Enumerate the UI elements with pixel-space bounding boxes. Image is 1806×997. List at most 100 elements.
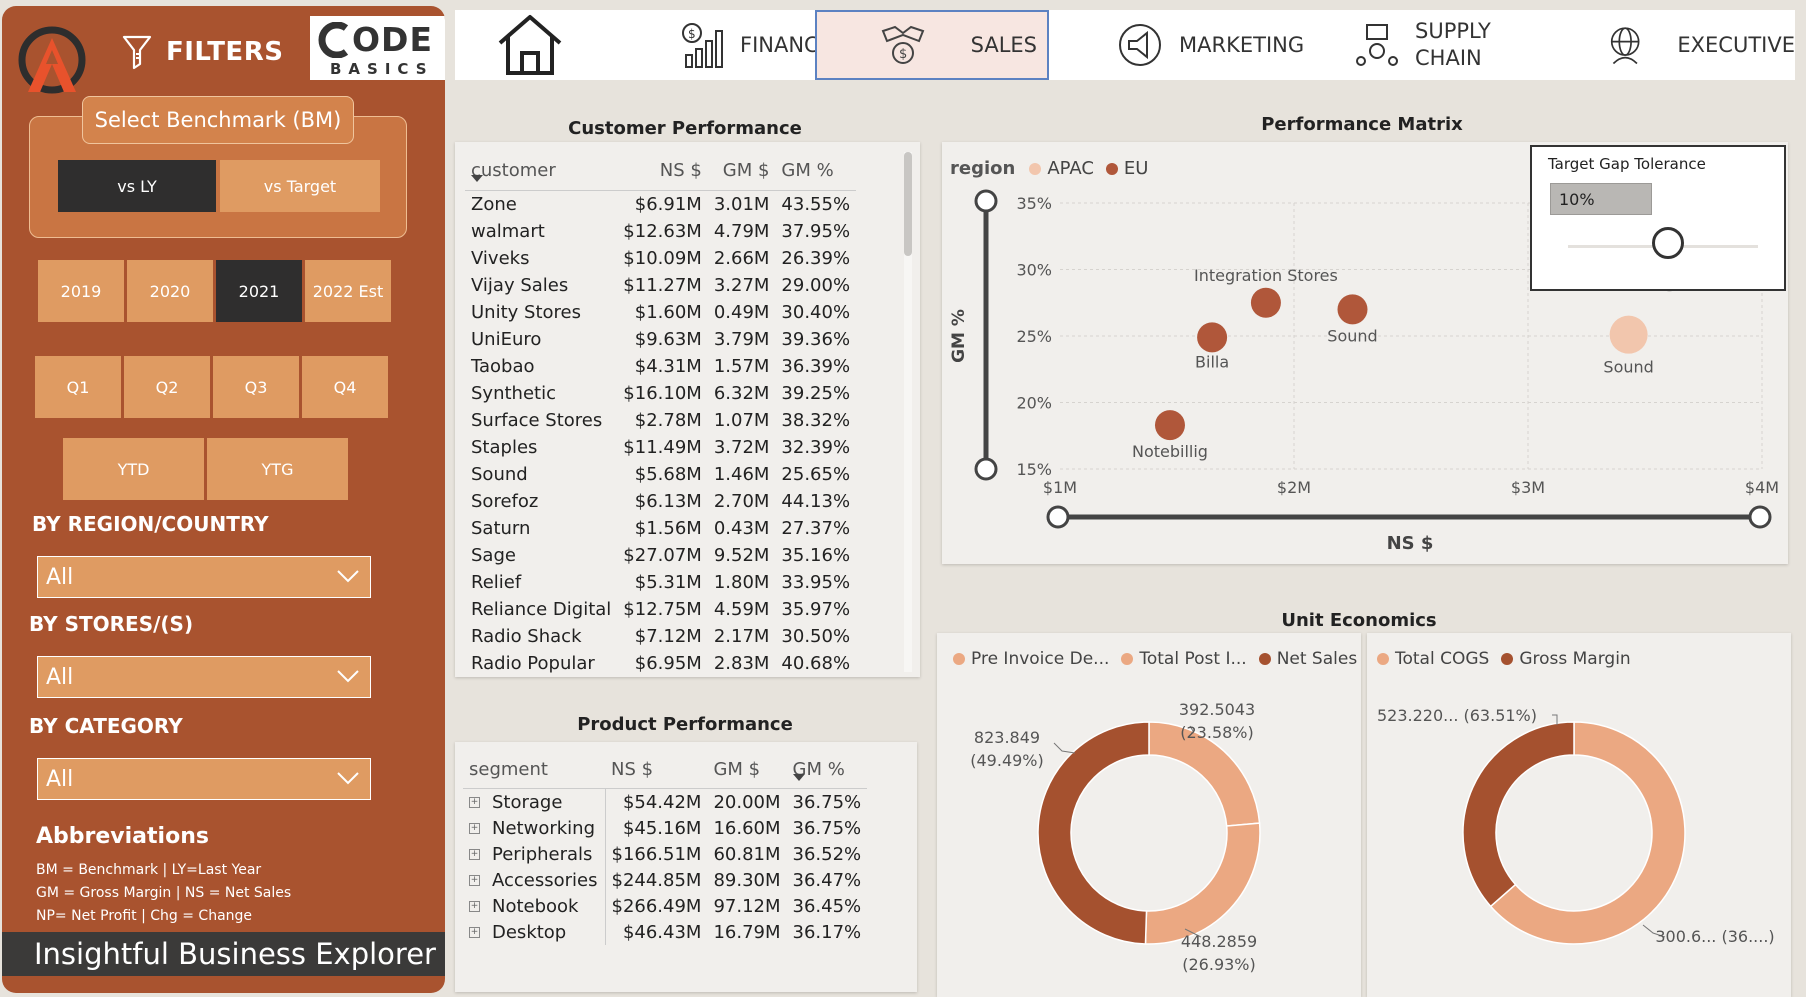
- gm-cell: 16.60M: [713, 817, 781, 839]
- legend-eu-label[interactable]: EU: [1124, 158, 1149, 179]
- table-row[interactable]: Synthetic $16.10M 6.32M 39.25%: [465, 380, 856, 407]
- customer-cell: Sound: [471, 464, 528, 485]
- scatter-point[interactable]: [1337, 294, 1368, 325]
- scatter-point[interactable]: [1250, 287, 1281, 318]
- table-row[interactable]: Saturn $1.56M 0.43M 27.37%: [465, 515, 856, 542]
- q3-button[interactable]: Q3: [213, 356, 299, 418]
- table-row[interactable]: Relief $5.31M 1.80M 33.95%: [465, 569, 856, 596]
- table-row[interactable]: UniEuro $9.63M 3.79M 39.36%: [465, 326, 856, 353]
- chevron-down-icon: [337, 670, 359, 683]
- gm-pct-cell: 36.17%: [792, 921, 862, 943]
- nav-sales[interactable]: $ SALES: [815, 10, 1049, 80]
- table-row[interactable]: + Accessories $244.85M 89.30M 36.47%: [463, 867, 867, 893]
- data-label: (49.49%): [970, 751, 1044, 770]
- expand-icon[interactable]: +: [469, 875, 480, 886]
- table-row[interactable]: Vijay Sales $11.27M 3.27M 29.00%: [465, 272, 856, 299]
- q2-button[interactable]: Q2: [124, 356, 210, 418]
- nav-supply-chain[interactable]: SUPPLY CHAIN: [1353, 10, 1553, 80]
- expand-icon[interactable]: +: [469, 849, 480, 860]
- table-row[interactable]: + Notebook $266.49M 97.12M 36.45%: [463, 893, 867, 919]
- gm-cell: 4.79M: [713, 221, 770, 242]
- vs-ly-button[interactable]: vs LY: [58, 160, 216, 212]
- customer-cell: Radio Popular: [471, 653, 595, 674]
- col-header-ns[interactable]: NS $: [617, 150, 708, 191]
- finance-chart-icon: $: [682, 23, 723, 68]
- col-header-gm[interactable]: GM $: [707, 150, 776, 191]
- x-axis-label: NS $: [1387, 533, 1434, 554]
- table-row[interactable]: Reliance Digital $12.75M 4.59M 35.97%: [465, 596, 856, 623]
- nav-executive[interactable]: EXECUTIVE: [1605, 10, 1795, 80]
- segment-cell: + Networking: [463, 815, 606, 841]
- col-header-gm-pct[interactable]: GM %: [775, 150, 857, 191]
- table-scroll-thumb[interactable]: [904, 152, 912, 256]
- year-2021-button[interactable]: 2021: [216, 260, 302, 322]
- year-2020-button[interactable]: 2020: [127, 260, 213, 322]
- q4-button[interactable]: Q4: [302, 356, 388, 418]
- year-2019-button[interactable]: 2019: [38, 260, 124, 322]
- col-header-ns[interactable]: NS $: [605, 750, 708, 789]
- table-row[interactable]: + Peripherals $166.51M 60.81M 36.52%: [463, 841, 867, 867]
- donut-slice[interactable]: [1144, 822, 1261, 945]
- ns-cell: $11.27M: [623, 275, 702, 296]
- year-2022-est-button[interactable]: 2022 Est: [305, 260, 391, 322]
- table-row[interactable]: walmart $12.63M 4.79M 37.95%: [465, 218, 856, 245]
- table-row[interactable]: Surface Stores $2.78M 1.07M 38.32%: [465, 407, 856, 434]
- col-header-segment[interactable]: segment: [463, 750, 605, 789]
- col-header-gm-pct[interactable]: GM %: [786, 750, 868, 789]
- category-dropdown[interactable]: All: [37, 758, 371, 800]
- expand-icon[interactable]: +: [469, 901, 480, 912]
- gm-cell: 1.07M: [713, 410, 770, 431]
- x-tick-label: $4M: [1745, 478, 1779, 497]
- tolerance-input[interactable]: 10%: [1550, 183, 1652, 215]
- donut-slice[interactable]: [1462, 721, 1575, 908]
- table-row[interactable]: + Networking $45.16M 16.60M 36.75%: [463, 815, 867, 841]
- gm-pct-cell: 36.45%: [792, 895, 862, 917]
- stores-dropdown[interactable]: All: [37, 656, 371, 698]
- customer-cell: Sorefoz: [471, 491, 539, 512]
- donut-slice[interactable]: [1037, 721, 1150, 945]
- table-row[interactable]: Sage $27.07M 9.52M 35.16%: [465, 542, 856, 569]
- table-row[interactable]: Radio Shack $7.12M 2.17M 30.50%: [465, 623, 856, 650]
- table-row[interactable]: + Desktop $46.43M 16.79M 36.17%: [463, 919, 867, 945]
- segment-label: Peripherals: [492, 843, 593, 865]
- col-header-gm[interactable]: GM $: [707, 750, 787, 789]
- table-row[interactable]: Radio Popular $6.95M 2.83M 40.68%: [465, 650, 856, 677]
- unit-economics-title: Unit Economics: [1281, 610, 1437, 631]
- table-row[interactable]: Sorefoz $6.13M 2.70M 44.13%: [465, 488, 856, 515]
- table-row[interactable]: Sound $5.68M 1.46M 25.65%: [465, 461, 856, 488]
- expand-icon[interactable]: +: [469, 823, 480, 834]
- gm-cell: 2.17M: [713, 626, 770, 647]
- nav-home[interactable]: [455, 10, 605, 80]
- x-range-slider-handle[interactable]: [1748, 505, 1772, 529]
- expand-icon[interactable]: +: [469, 927, 480, 938]
- gm-pct-cell: 36.39%: [781, 356, 851, 377]
- segment-cell: + Peripherals: [463, 841, 606, 867]
- vs-target-button[interactable]: vs Target: [220, 160, 380, 212]
- chevron-down-icon: [337, 570, 359, 583]
- y-range-slider-handle[interactable]: [974, 457, 998, 481]
- ytg-button[interactable]: YTG: [207, 438, 348, 500]
- col-header-customer[interactable]: customer: [465, 150, 618, 191]
- table-row[interactable]: + Storage $54.42M 20.00M 36.75%: [463, 788, 867, 815]
- handshake-money-icon: $: [881, 25, 924, 64]
- scatter-point[interactable]: [1154, 410, 1185, 441]
- gm-cell: 60.81M: [713, 843, 781, 865]
- expand-icon[interactable]: +: [469, 797, 480, 808]
- legend-apac-label[interactable]: APAC: [1047, 158, 1094, 179]
- ytd-button[interactable]: YTD: [63, 438, 204, 500]
- table-row[interactable]: Zone $6.91M 3.01M 43.55%: [465, 191, 856, 219]
- data-label: 523.220... (63.51%): [1377, 706, 1537, 725]
- tolerance-slider-handle[interactable]: [1652, 227, 1684, 259]
- scatter-point[interactable]: [1197, 322, 1228, 353]
- y-range-slider-handle[interactable]: [974, 189, 998, 213]
- nav-marketing[interactable]: MARKETING: [1115, 10, 1315, 80]
- table-row[interactable]: Viveks $10.09M 2.66M 26.39%: [465, 245, 856, 272]
- scatter-point[interactable]: [1609, 315, 1648, 354]
- table-row[interactable]: Unity Stores $1.60M 0.49M 30.40%: [465, 299, 856, 326]
- x-range-slider-handle[interactable]: [1046, 505, 1070, 529]
- segment-cell: + Accessories: [463, 867, 606, 893]
- q1-button[interactable]: Q1: [35, 356, 121, 418]
- region-dropdown[interactable]: All: [37, 556, 371, 598]
- table-row[interactable]: Taobao $4.31M 1.57M 36.39%: [465, 353, 856, 380]
- table-row[interactable]: Staples $11.49M 3.72M 32.39%: [465, 434, 856, 461]
